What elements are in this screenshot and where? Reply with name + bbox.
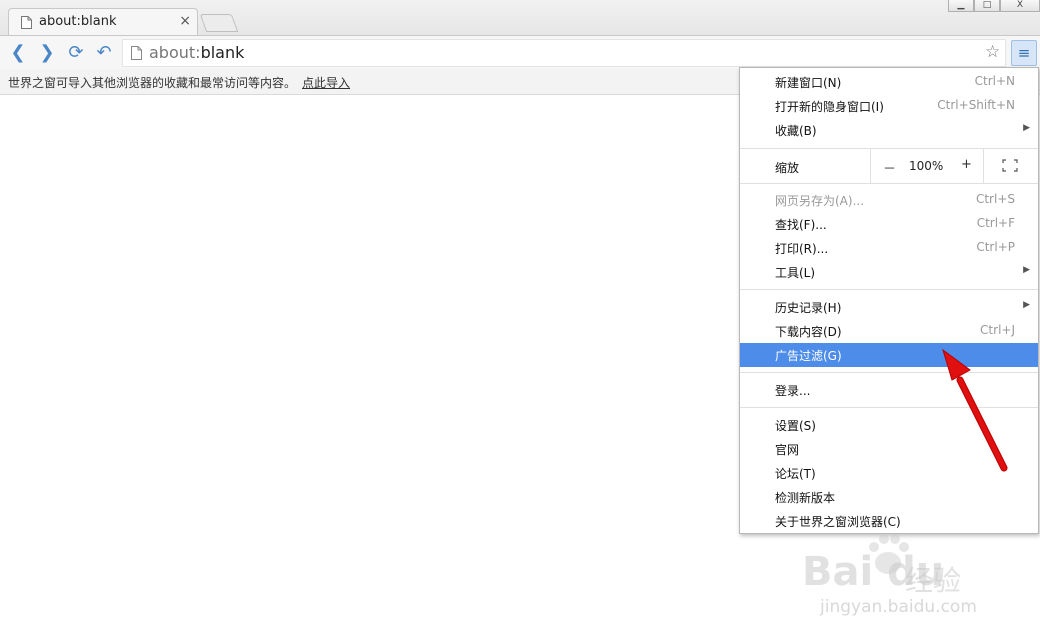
zoom-in-button[interactable]: + [961,157,972,172]
import-message: 世界之窗可导入其他浏览器的收藏和最常访问等内容。 [8,76,297,90]
address-bar[interactable]: about:blank [122,39,1006,67]
menu-item-label: 历史记录(H) [775,301,842,315]
menu-item-label: 下载内容(D) [775,325,842,339]
menu-item-label: 工具(L) [775,266,816,280]
menu-item-save-as[interactable]: 网页另存为(A)... Ctrl+S [740,188,1038,212]
menu-item-label: 新建窗口(N) [775,76,842,90]
import-link[interactable]: 点此导入 [302,74,350,91]
zoom-controls: － 100% + [870,149,984,183]
submenu-arrow-icon: ▶ [1023,123,1030,133]
menu-item-tools[interactable]: 工具(L) ▶ [740,260,1038,284]
menu-item-shortcut: Ctrl+N [974,74,1015,88]
menu-item-incognito[interactable]: 打开新的隐身窗口(I) Ctrl+Shift+N [740,94,1038,118]
toolbar: ❮ ❯ ⟳ ↶ about:blank ☆ ≡ [0,35,1040,69]
maximize-button[interactable]: □ [974,0,1000,12]
menu-item-label: 打开新的隐身窗口(I) [775,100,884,114]
page-icon [21,16,32,29]
minimize-button[interactable]: ▁ [948,0,974,12]
menu-separator [740,289,1038,290]
page-icon [131,46,142,60]
tab-title: about:blank [39,14,117,29]
red-arrow-icon [942,348,1008,472]
back-icon[interactable]: ❮ [8,43,28,63]
submenu-arrow-icon: ▶ [1023,265,1030,275]
menu-item-shortcut: Ctrl+S [975,192,1015,206]
menu-item-shortcut: Ctrl+F [976,216,1015,230]
menu-item-label: 网页另存为(A)... [775,194,865,208]
menu-icon[interactable]: ≡ [1011,40,1037,66]
undo-icon[interactable]: ↶ [94,43,114,63]
menu-item-favorites[interactable]: 收藏(B) ▶ [740,118,1038,142]
tab-about-blank[interactable]: about:blank × [8,8,198,35]
menu-item-shortcut: Ctrl+P [976,240,1015,254]
watermark-cn: 经验 [905,564,962,597]
zoom-label: 缩放 [775,161,800,175]
menu-item-label: 收藏(B) [775,124,817,138]
menu-item-label: 官网 [775,443,800,457]
new-tab-button[interactable] [199,14,239,32]
star-icon[interactable]: ☆ [985,42,1000,62]
menu-item-new-window[interactable]: 新建窗口(N) Ctrl+N [740,70,1038,94]
forward-icon[interactable]: ❯ [37,43,57,63]
url-text: about:blank [149,43,244,62]
submenu-arrow-icon: ▶ [1023,300,1030,310]
baidu-watermark: Bai du 经验 jingyan.baidu.com [780,534,1020,625]
url-scheme: about: [149,43,201,62]
menu-zoom-row: 缩放 － 100% + [740,149,1038,183]
watermark-url: jingyan.baidu.com [820,597,977,617]
menu-item-history[interactable]: 历史记录(H) ▶ [740,295,1038,319]
title-bar: about:blank × ▁ □ X [0,0,1040,35]
menu-item-label: 广告过滤(G) [775,349,842,363]
close-window-button[interactable]: X [1000,0,1040,12]
menu-item-shortcut: Ctrl+Shift+N [937,98,1015,112]
reload-icon[interactable]: ⟳ [66,43,86,63]
zoom-level: 100% [909,159,944,173]
menu-item-check-update[interactable]: 检测新版本 [740,485,1038,509]
menu-item-label: 关于世界之窗浏览器(C) [775,515,901,529]
menu-item-label: 打印(R)... [775,242,829,256]
menu-item-label: 设置(S) [775,419,816,433]
menu-item-label: 登录... [775,384,811,398]
menu-item-label: 检测新版本 [775,491,836,505]
url-path: blank [200,43,245,62]
menu-separator [740,183,1038,184]
menu-item-find[interactable]: 查找(F)... Ctrl+F [740,212,1038,236]
menu-item-shortcut: Ctrl+J [980,323,1015,337]
menu-item-print[interactable]: 打印(R)... Ctrl+P [740,236,1038,260]
fullscreen-icon[interactable] [1002,159,1018,172]
tab-close-icon[interactable]: × [179,13,191,29]
menu-item-label: 论坛(T) [775,467,816,481]
menu-item-label: 查找(F)... [775,218,827,232]
zoom-out-button[interactable]: － [883,158,896,177]
